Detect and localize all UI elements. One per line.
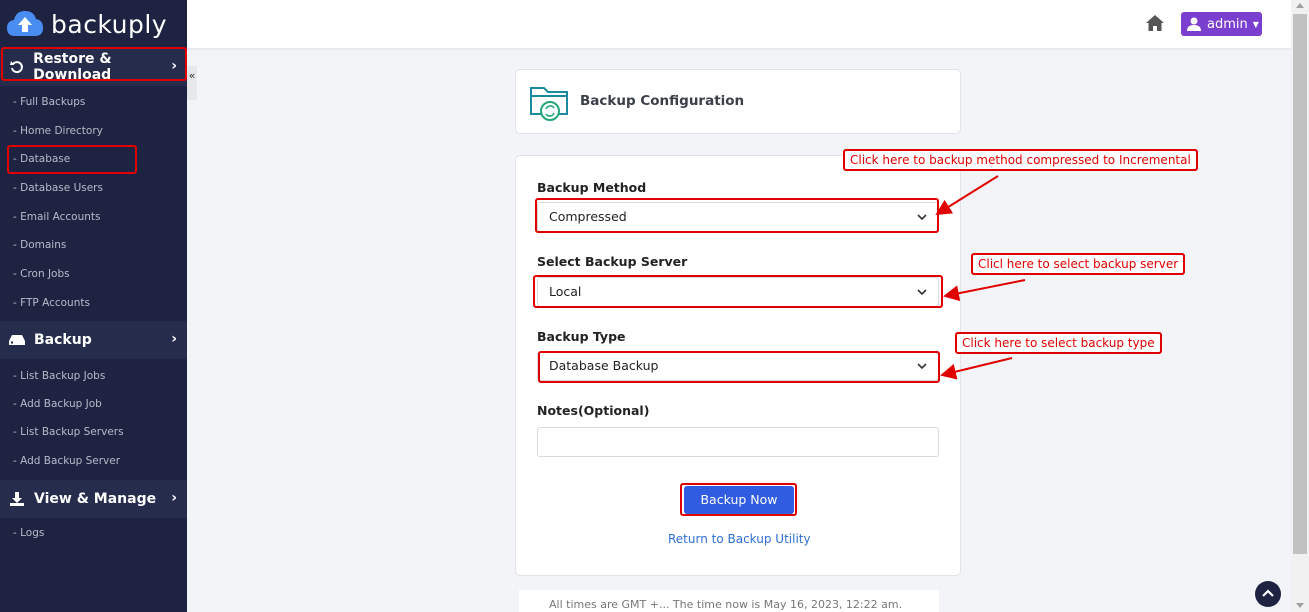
- folder-sync-icon: [530, 87, 568, 121]
- scroll-down-arrow-icon[interactable]: [1296, 603, 1304, 608]
- notes-label: Notes(Optional): [537, 403, 650, 418]
- admin-menu-button[interactable]: admin ▼: [1181, 12, 1262, 36]
- sidebar-item-email-accounts[interactable]: - Email Accounts: [13, 211, 100, 223]
- sidebar-item-list-backup-jobs[interactable]: - List Backup Jobs: [13, 370, 105, 382]
- sidebar-item-full-backups[interactable]: - Full Backups: [13, 96, 85, 108]
- return-to-backup-utility-link[interactable]: Return to Backup Utility: [668, 532, 811, 546]
- cloud-upload-icon: [7, 11, 43, 36]
- backup-method-label: Backup Method: [537, 180, 647, 195]
- page-title: Backup Configuration: [580, 93, 745, 109]
- logo[interactable]: backuply: [5, 6, 167, 42]
- callout-backup-type: Click here to select backup type: [955, 332, 1162, 354]
- sidebar-item-ftp-accounts[interactable]: - FTP Accounts: [13, 297, 90, 309]
- sidebar: backuply Restore & Download › - Full Bac…: [0, 0, 187, 612]
- scrollbar-thumb[interactable]: [1293, 14, 1307, 554]
- config-header-card: Backup Configuration: [515, 69, 961, 134]
- sidebar-section-backup[interactable]: Backup ›: [0, 321, 187, 359]
- backup-type-label: Backup Type: [537, 329, 626, 344]
- backup-server-label: Select Backup Server: [537, 254, 688, 269]
- callout-backup-method: Click here to backup method compressed t…: [843, 149, 1198, 171]
- highlight-backup-now: [680, 483, 797, 516]
- sidebar-section-label: Backup: [34, 332, 92, 348]
- brand-name: backuply: [51, 9, 168, 39]
- sidebar-item-database-users[interactable]: - Database Users: [13, 182, 103, 194]
- user-icon: [1187, 17, 1201, 31]
- sidebar-item-home-directory[interactable]: - Home Directory: [13, 125, 103, 137]
- caret-down-icon: ▼: [1252, 19, 1259, 29]
- sidebar-item-cron-jobs[interactable]: - Cron Jobs: [13, 268, 70, 280]
- footer-time-notice: All times are GMT +... The time now is M…: [519, 590, 939, 612]
- sidebar-item-list-backup-servers[interactable]: - List Backup Servers: [13, 426, 124, 438]
- download-icon: [8, 492, 26, 506]
- footer-text: All times are GMT +... The time now is M…: [549, 598, 903, 611]
- callout-backup-server: Clicl here to select backup server: [971, 253, 1186, 275]
- chevron-up-icon: [1262, 589, 1274, 597]
- sidebar-item-domains[interactable]: - Domains: [13, 239, 66, 251]
- scroll-to-top-button[interactable]: [1255, 581, 1281, 607]
- topbar: admin ▼: [187, 0, 1291, 48]
- sidebar-item-logs[interactable]: - Logs: [13, 527, 44, 539]
- sidebar-item-add-backup-server[interactable]: - Add Backup Server: [13, 455, 120, 467]
- sidebar-section-label: View & Manage: [34, 491, 157, 507]
- highlight-restore-section: [1, 47, 187, 81]
- hdd-icon: [8, 333, 26, 347]
- chevron-right-icon: ›: [171, 331, 177, 347]
- chevron-right-icon: ›: [171, 490, 177, 506]
- home-icon[interactable]: [1145, 13, 1165, 33]
- notes-input[interactable]: [537, 427, 939, 457]
- admin-label: admin: [1207, 16, 1248, 32]
- sidebar-collapse-toggle[interactable]: «: [187, 66, 197, 100]
- scroll-up-arrow-icon[interactable]: [1296, 3, 1304, 8]
- sidebar-section-view-manage[interactable]: View & Manage ›: [0, 480, 187, 518]
- page-scrollbar[interactable]: [1291, 0, 1309, 612]
- highlight-database-item: [7, 145, 137, 174]
- highlight-backup-method: [535, 198, 939, 233]
- sidebar-item-add-backup-job[interactable]: - Add Backup Job: [13, 398, 102, 410]
- highlight-backup-type: [538, 351, 940, 383]
- highlight-backup-server: [533, 275, 943, 308]
